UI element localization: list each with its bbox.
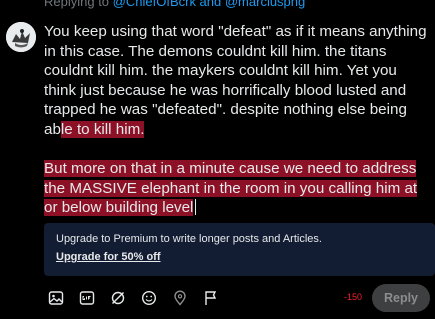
paragraph-2: But more on that in a minute cause we ne… (44, 159, 432, 218)
paragraph-2-overflow: But more on that in a minute cause we ne… (44, 160, 418, 216)
character-counter: -150 (344, 292, 363, 302)
text-caret (195, 199, 197, 215)
reply-button[interactable]: Reply (372, 284, 430, 312)
upgrade-link[interactable]: Upgrade for 50% off (56, 251, 161, 263)
media-button[interactable] (44, 286, 68, 310)
grok-button[interactable] (106, 286, 130, 310)
avatar[interactable] (6, 22, 36, 52)
paragraph-1-overflow: le to kill him. (60, 120, 145, 138)
avatar-image (6, 22, 36, 52)
premium-banner-text: Upgrade to Premium to write longer posts… (56, 233, 322, 245)
paragraph-1: You keep using that word "defeat" as if … (44, 22, 432, 139)
location-icon (174, 290, 186, 306)
location-button[interactable] (168, 286, 192, 310)
replying-to-line: Replying to @ChiefOfBcrk and @marciuspng (44, 0, 305, 9)
composer-toolbar (44, 286, 230, 310)
gif-icon (79, 291, 95, 305)
flag-icon (205, 291, 217, 305)
replying-to-prefix: Replying to (44, 0, 110, 9)
emoji-icon (141, 290, 157, 306)
image-icon (48, 291, 64, 305)
gif-button[interactable] (75, 286, 99, 310)
emoji-button[interactable] (137, 286, 161, 310)
post-editor[interactable]: You keep using that word "defeat" as if … (44, 22, 432, 218)
replying-to-handles[interactable]: @ChiefOfBcrk and @marciuspng (113, 0, 306, 9)
grok-icon (111, 291, 125, 305)
premium-banner: Upgrade to Premium to write longer posts… (44, 223, 435, 276)
flag-button[interactable] (199, 286, 223, 310)
